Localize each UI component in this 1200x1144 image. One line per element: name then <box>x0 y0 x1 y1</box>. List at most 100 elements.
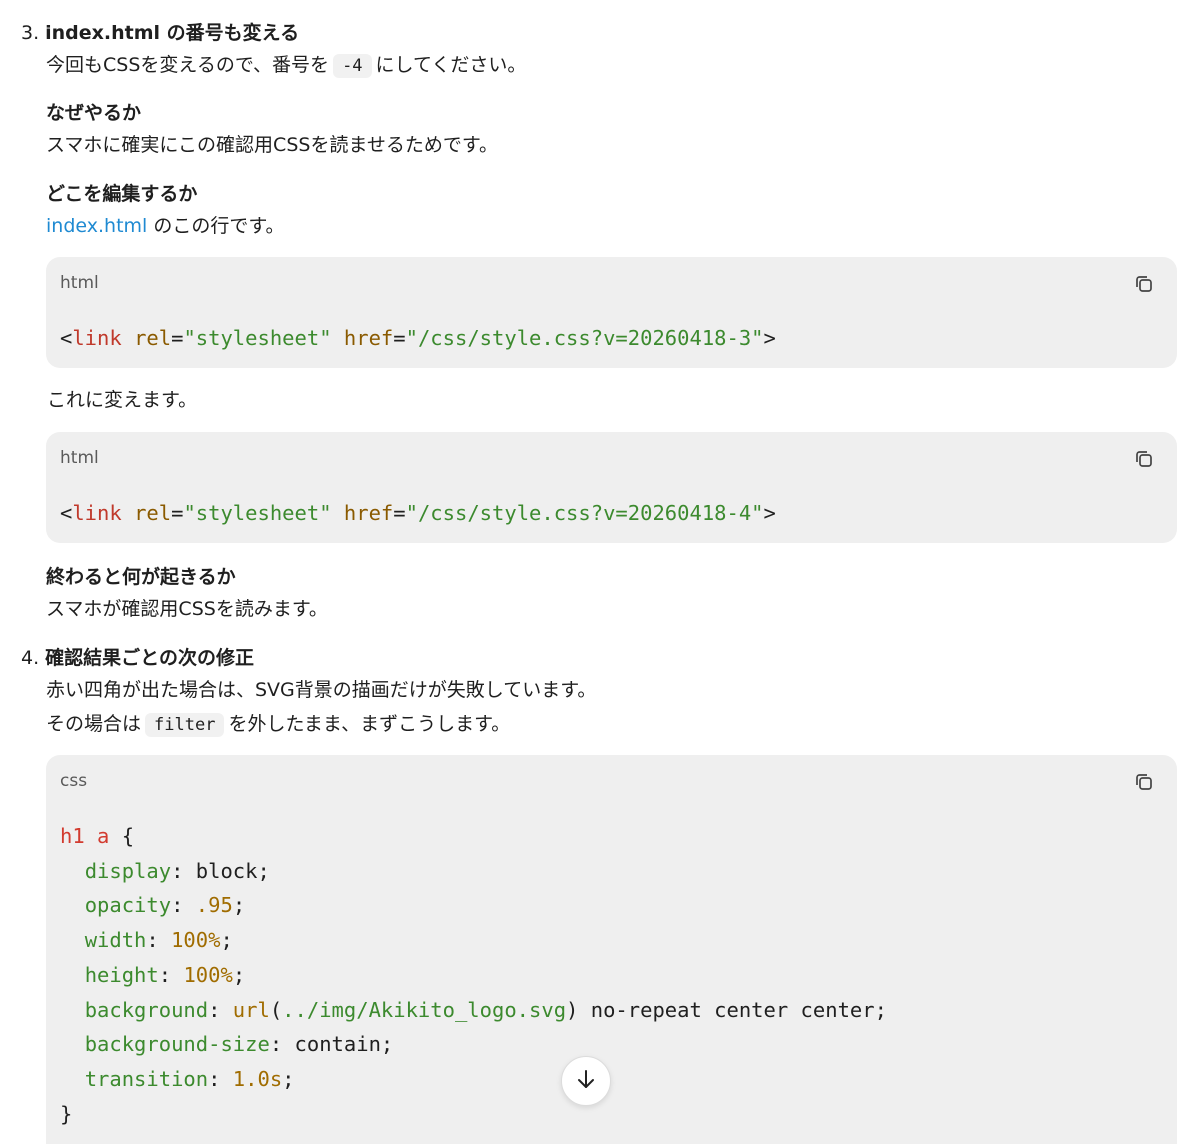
code-line: transition: 1.0s; <box>60 1062 887 1097</box>
code-token: = <box>393 326 406 350</box>
step-4-title-text: 確認結果ごとの次の修正 <box>45 647 254 669</box>
result-text: スマホが確認用CSSを読みます。 <box>46 598 328 620</box>
code-token: ; <box>220 928 233 953</box>
step-3-number: 3. <box>21 22 40 44</box>
css-value: .95 <box>195 893 233 918</box>
code-attr: href <box>343 501 394 525</box>
code-block-css: css h1 a { display: block; opacity: .95;… <box>46 755 1177 1144</box>
scroll-down-button[interactable] <box>561 1056 611 1106</box>
step-3-intro: 今回もCSSを変えるので、番号を -4 にしてください。 <box>46 48 526 83</box>
code-token: { <box>109 824 135 848</box>
css-property: background <box>84 997 209 1022</box>
code-line: width: 100%; <box>60 923 887 958</box>
code-string: "stylesheet" <box>183 501 332 525</box>
css-property: height <box>84 962 159 987</box>
code-line: opacity: .95; <box>60 888 887 923</box>
code-block-before: html <link rel="stylesheet" href="/css/s… <box>46 257 1177 368</box>
code-line: } <box>60 1097 887 1132</box>
code-token: > <box>763 501 776 525</box>
code-string: "/css/style.css?v=20260418-4" <box>405 501 764 525</box>
css-value: 100% <box>171 928 221 953</box>
inline-code-filter: filter <box>145 713 225 737</box>
code-token: ( <box>269 997 283 1022</box>
code-language-label: html <box>60 273 99 293</box>
change-text: これに変えます。 <box>47 389 198 411</box>
code-token: ; <box>232 962 246 987</box>
css-property: width <box>84 928 147 953</box>
code-token: : <box>158 962 184 987</box>
code-token: = <box>171 501 184 525</box>
code-token: : <box>146 928 172 953</box>
css-property: background-size <box>84 1032 270 1057</box>
code-attr: rel <box>134 501 172 525</box>
code-token: : <box>269 1032 295 1057</box>
code-line: h1 a { <box>60 819 887 854</box>
step-3-title: 3. index.html の番号も変える <box>21 18 299 45</box>
where-text-after: のこの行です。 <box>147 215 285 237</box>
code-line: display: block; <box>60 854 887 889</box>
code-language-label: css <box>60 771 88 791</box>
why-text: スマホに確実にこの確認用CSSを読ませるためです。 <box>46 134 498 156</box>
code-block-after: html <link rel="stylesheet" href="/css/s… <box>46 432 1177 543</box>
code-token: = <box>393 501 406 525</box>
step-3-intro-after: にしてください。 <box>375 54 527 76</box>
code-token: ; <box>282 1066 295 1091</box>
step-4-line-2: その場合は filter を外したまま、まずこうします。 <box>46 707 510 742</box>
code-token: : <box>171 893 196 918</box>
step-4-title: 4. 確認結果ごとの次の修正 <box>21 643 254 670</box>
why-heading: なぜやるか <box>46 102 142 124</box>
index-html-link[interactable]: index.html <box>46 215 147 237</box>
step-4-number: 4. <box>21 647 40 669</box>
css-property: display <box>84 858 172 883</box>
code-token: : <box>208 1066 233 1091</box>
copy-icon[interactable] <box>1133 273 1155 295</box>
code-line: height: 100%; <box>60 958 887 993</box>
code-token: ) <box>566 997 579 1022</box>
code-token: < <box>60 326 73 350</box>
code-tag: link <box>72 501 122 525</box>
code-token: > <box>763 326 776 350</box>
code-token: ; <box>232 893 246 918</box>
code-token: = <box>171 326 184 350</box>
css-value: 100% <box>183 962 233 987</box>
where-heading: どこを編集するか <box>46 183 198 205</box>
step-4-line-2-before: その場合は <box>46 713 142 735</box>
code-attr: href <box>343 326 394 350</box>
step-4-line-2-after: を外したまま、まずこうします。 <box>228 713 511 735</box>
step-3-intro-before: 今回もCSSを変えるので、番号を <box>46 54 330 76</box>
code-token: : <box>171 858 196 883</box>
css-code-body: h1 a { display: block; opacity: .95; wid… <box>60 819 887 1131</box>
css-url-arg: ../img/Akikito_logo.svg <box>282 997 567 1022</box>
css-value: no-repeat center center <box>578 997 875 1022</box>
code-line: <link rel="stylesheet" href="/css/style.… <box>60 321 776 356</box>
code-line: background-size: contain; <box>60 1027 887 1062</box>
step-3-title-text: index.html の番号も変える <box>45 22 300 44</box>
css-selector: h1 a <box>60 824 110 848</box>
css-value: block <box>195 858 258 883</box>
arrow-down-icon <box>574 1067 598 1095</box>
code-line: background: url(../img/Akikito_logo.svg)… <box>60 993 887 1028</box>
code-string: "stylesheet" <box>183 326 332 350</box>
css-value: 1.0s <box>232 1066 283 1091</box>
code-token: < <box>60 501 73 525</box>
code-token: ; <box>874 997 887 1022</box>
code-token: } <box>60 1101 73 1126</box>
code-language-label: html <box>60 448 99 468</box>
inline-code-version: -4 <box>333 54 372 78</box>
copy-icon[interactable] <box>1133 448 1155 470</box>
code-attr: rel <box>134 326 172 350</box>
code-line: <link rel="stylesheet" href="/css/style.… <box>60 496 776 531</box>
css-function: url <box>232 997 270 1022</box>
copy-icon[interactable] <box>1133 771 1155 793</box>
code-tag: link <box>72 326 122 350</box>
css-value: contain <box>294 1032 381 1057</box>
code-token: ; <box>380 1032 394 1057</box>
code-string: "/css/style.css?v=20260418-3" <box>405 326 764 350</box>
